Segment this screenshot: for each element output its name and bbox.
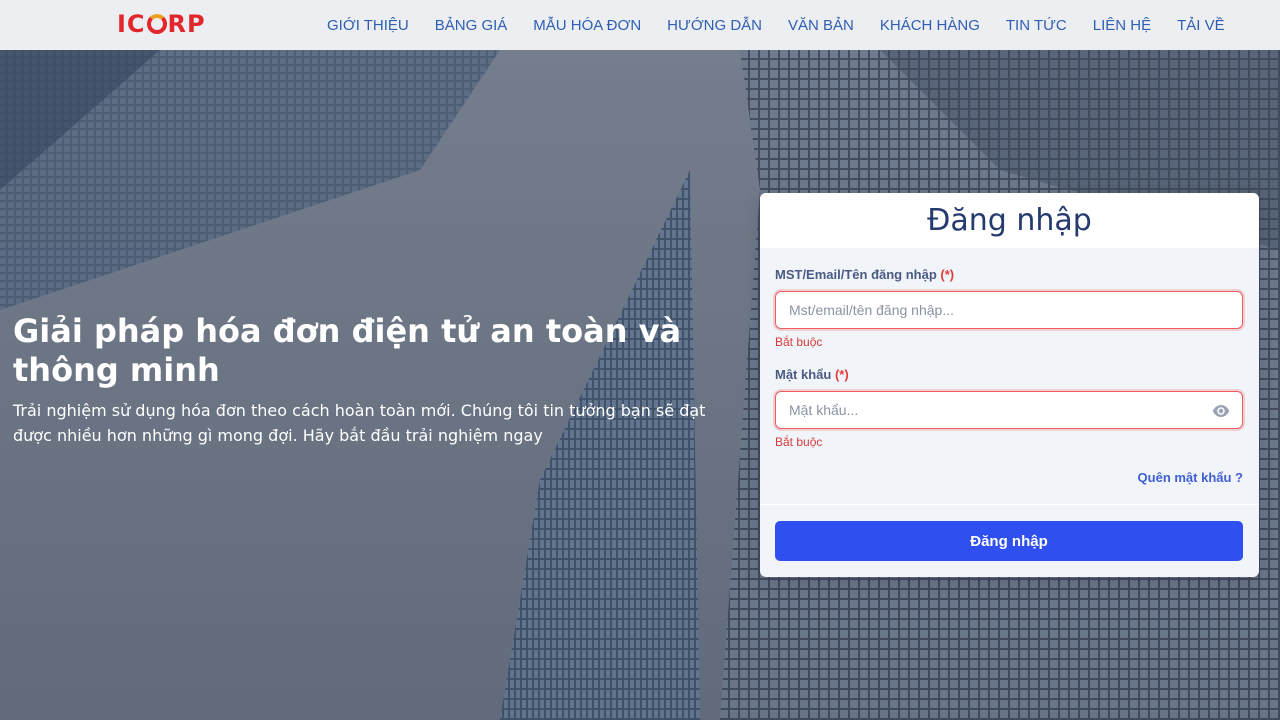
hero-subtitle: Trải nghiệm sử dụng hóa đơn theo cách ho… (13, 401, 706, 445)
main-nav: GIỚI THIỆU BẢNG GIÁ MẪU HÓA ĐƠN HƯỚNG DẪ… (314, 0, 1238, 50)
nav-item-bang-gia[interactable]: BẢNG GIÁ (435, 17, 508, 34)
username-label: MST/Email/Tên đăng nhập (*) (775, 267, 954, 282)
login-card-header: Đăng nhập (760, 193, 1259, 248)
nav-item-lien-he[interactable]: LIÊN HỆ (1093, 17, 1151, 34)
eye-icon[interactable] (1212, 402, 1230, 420)
logo-text-prefix: IC (117, 10, 146, 38)
login-card: Đăng nhập MST/Email/Tên đăng nhập (*) Bắ… (760, 193, 1259, 577)
login-submit-button[interactable]: Đăng nhập (775, 521, 1243, 561)
hero-title: Giải pháp hóa đơn điện tử an toàn và thô… (13, 312, 682, 389)
username-required-mark: (*) (940, 267, 955, 282)
username-input[interactable] (776, 292, 1242, 328)
nav-item-van-ban[interactable]: VĂN BẢN (788, 17, 854, 34)
password-required-mark: (*) (834, 367, 849, 382)
nav-item-gioi-thieu[interactable]: GIỚI THIỆU (327, 17, 409, 34)
login-title: Đăng nhập (927, 203, 1092, 238)
password-label-text: Mật khẩu (775, 367, 832, 382)
logo-o-ring-icon (146, 14, 167, 34)
password-label: Mật khẩu (*) (775, 367, 849, 382)
username-field-wrapper (775, 291, 1243, 329)
card-divider (760, 504, 1259, 505)
password-error: Bắt buộc (775, 435, 823, 449)
logo-text-suffix: RP (167, 10, 206, 38)
nav-item-tin-tuc[interactable]: TIN TỨC (1006, 17, 1067, 34)
top-navbar: IC RP GIỚI THIỆU BẢNG GIÁ MẪU HÓA ĐƠN HƯỚ… (0, 0, 1280, 50)
nav-item-mau-hoa-don[interactable]: MẪU HÓA ĐƠN (533, 17, 641, 34)
nav-item-tai-ve[interactable]: TẢI VỀ (1177, 17, 1225, 34)
forgot-password-link[interactable]: Quên mật khẩu ? (1138, 470, 1243, 485)
password-field-wrapper (775, 391, 1243, 429)
icorp-logo[interactable]: IC RP (117, 11, 206, 37)
password-input[interactable] (776, 392, 1242, 428)
username-label-text: MST/Email/Tên đăng nhập (775, 267, 937, 282)
username-error: Bắt buộc (775, 335, 823, 349)
nav-item-huong-dan[interactable]: HƯỚNG DẪN (667, 17, 762, 34)
nav-item-khach-hang[interactable]: KHÁCH HÀNG (880, 17, 980, 34)
